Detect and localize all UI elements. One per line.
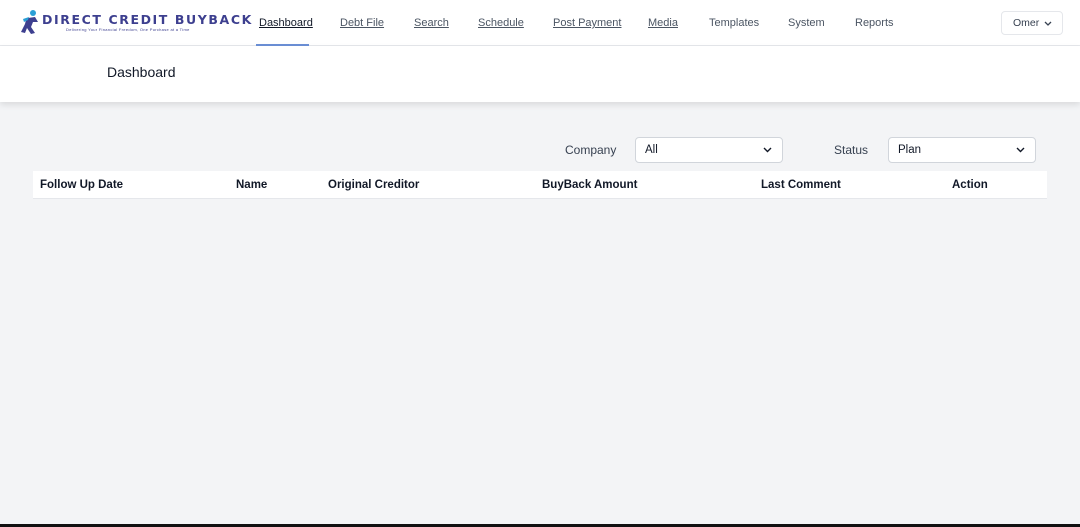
user-menu-button[interactable]: Omer bbox=[1001, 11, 1063, 35]
column-original-creditor[interactable]: Original Creditor bbox=[328, 179, 419, 191]
table-header: Follow Up Date Name Original Creditor Bu… bbox=[33, 171, 1047, 199]
nav-media[interactable]: Media bbox=[648, 17, 678, 29]
status-select-value: Plan bbox=[898, 144, 922, 156]
brand-logo[interactable]: DIRECT CREDIT BUYBACK Delivering Your Fi… bbox=[20, 9, 251, 37]
nav-search[interactable]: Search bbox=[414, 17, 449, 29]
column-name[interactable]: Name bbox=[236, 179, 267, 191]
user-name: Omer bbox=[1013, 17, 1040, 29]
status-select[interactable]: Plan bbox=[888, 137, 1036, 163]
chevron-down-icon bbox=[763, 147, 772, 153]
nav-debt-file[interactable]: Debt File bbox=[340, 17, 384, 29]
nav-reports[interactable]: Reports bbox=[855, 17, 894, 29]
chevron-down-icon bbox=[1044, 21, 1052, 26]
status-filter-label: Status bbox=[834, 143, 869, 157]
page-header: Dashboard bbox=[0, 46, 1080, 102]
column-action: Action bbox=[952, 179, 988, 191]
company-select-value: All bbox=[645, 144, 658, 156]
nav-dashboard[interactable]: Dashboard bbox=[259, 17, 313, 29]
top-navbar: DIRECT CREDIT BUYBACK Delivering Your Fi… bbox=[0, 0, 1080, 46]
nav-schedule[interactable]: Schedule bbox=[478, 17, 524, 29]
nav-system[interactable]: System bbox=[788, 17, 825, 29]
column-follow-up-date[interactable]: Follow Up Date bbox=[40, 179, 123, 191]
column-buyback-amount[interactable]: BuyBack Amount bbox=[542, 179, 637, 191]
chevron-down-icon bbox=[1016, 147, 1025, 153]
running-figure-icon bbox=[21, 10, 38, 34]
brand-name: DIRECT CREDIT BUYBACK bbox=[42, 12, 253, 27]
page-title: Dashboard bbox=[107, 64, 176, 80]
brand-tagline: Delivering Your Financial Freedom, One P… bbox=[66, 27, 190, 32]
column-last-comment[interactable]: Last Comment bbox=[761, 179, 841, 191]
nav-post-payment[interactable]: Post Payment bbox=[553, 17, 621, 29]
company-filter-label: Company bbox=[565, 143, 617, 157]
nav-templates[interactable]: Templates bbox=[709, 17, 759, 29]
company-select[interactable]: All bbox=[635, 137, 783, 163]
